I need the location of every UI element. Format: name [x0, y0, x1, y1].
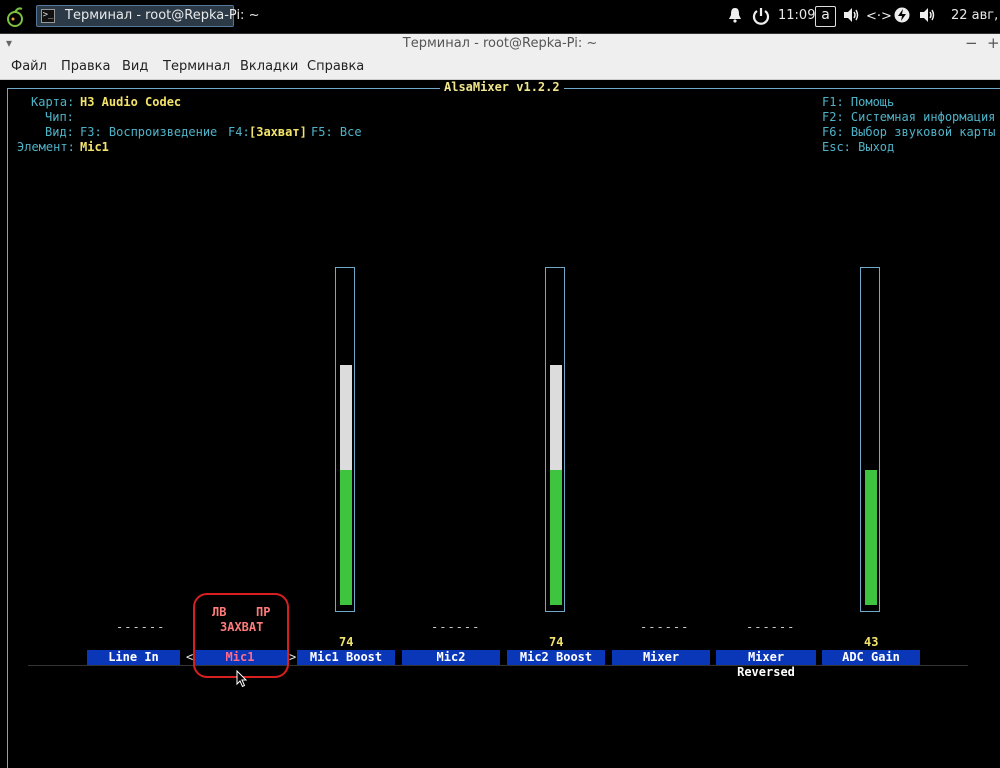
- mixer-dashes: ------: [640, 620, 690, 634]
- bell-icon[interactable]: [727, 7, 743, 27]
- menu-terminal[interactable]: Терминал: [163, 59, 230, 74]
- selector-right: >: [289, 650, 297, 664]
- control-mic1-boost[interactable]: Mic1 Boost: [297, 650, 395, 665]
- app-launcher-icon[interactable]: [4, 6, 26, 28]
- mic1-boost-bar[interactable]: [335, 267, 355, 612]
- top-panel: >_ Терминал - root@Repka-Pi: ~ 11:09 a <…: [0, 0, 1000, 34]
- card-value: H3 Audio Codec: [80, 95, 182, 109]
- mic1-boost-bar-upper: [340, 365, 352, 470]
- adc-gain-bar-fill: [865, 470, 877, 605]
- maximize-button[interactable]: +: [987, 34, 1000, 52]
- view-f4: [Захват]: [249, 125, 307, 139]
- mic2-dashes: ------: [431, 620, 481, 634]
- control-mixer[interactable]: Mixer: [612, 650, 710, 665]
- menu-edit[interactable]: Правка: [61, 59, 110, 74]
- mic1-boost-value: 74: [339, 635, 354, 649]
- power-icon[interactable]: [751, 7, 771, 27]
- view-f4-prefix: F4:: [228, 125, 250, 139]
- date[interactable]: 22 авг, 1: [951, 8, 1000, 23]
- menu-file[interactable]: Файл: [11, 59, 47, 74]
- element-value: Mic1: [80, 140, 109, 154]
- control-adc-gain[interactable]: ADC Gain: [822, 650, 920, 665]
- clock[interactable]: 11:09: [778, 8, 815, 23]
- mic2-boost-value: 74: [549, 635, 564, 649]
- card-label: Карта:: [31, 95, 75, 109]
- mic2-boost-bar-upper: [550, 365, 562, 470]
- help-f2: F2: Системная информация: [822, 110, 996, 124]
- network-icon[interactable]: <·>: [866, 7, 892, 27]
- terminal-icon: >_: [41, 9, 55, 23]
- chip-label: Чип:: [45, 110, 74, 124]
- selection-highlight: [193, 593, 289, 678]
- keyboard-layout-icon[interactable]: a: [815, 6, 836, 27]
- help-f6: F6: Выбор звуковой карты: [822, 125, 996, 139]
- element-label: Элемент:: [17, 140, 75, 154]
- window-titlebar[interactable]: ▾ Терминал - root@Repka-Pi: ~ − +: [0, 34, 1000, 55]
- taskbar-terminal-button[interactable]: >_ Терминал - root@Repka-Pi: ~: [36, 5, 259, 27]
- mic2-boost-bar[interactable]: [545, 267, 565, 612]
- mic2-boost-bar-lower: [550, 470, 562, 605]
- mouse-cursor-icon: [236, 670, 248, 688]
- volume-icon[interactable]: [842, 7, 862, 27]
- menu-tabs[interactable]: Вкладки: [240, 59, 298, 74]
- menubar: Файл Правка Вид Терминал Вкладки Справка: [0, 55, 1000, 80]
- view-f5: F5: Все: [311, 125, 362, 139]
- view-f3: F3: Воспроизведение: [80, 125, 218, 139]
- mixer-frame: [7, 88, 1000, 768]
- adc-gain-bar[interactable]: [860, 267, 880, 612]
- terminal-area[interactable]: AlsaMixer v1.2.2 Карта: H3 Audio Codec Ч…: [0, 80, 1000, 768]
- line-in-dashes: ------: [116, 620, 166, 634]
- view-label: Вид:: [45, 125, 74, 139]
- control-line-in[interactable]: Line In: [87, 650, 180, 665]
- control-mic2-boost[interactable]: Mic2 Boost: [507, 650, 605, 665]
- taskbar-terminal-label: Терминал - root@Repka-Pi: ~: [65, 8, 260, 23]
- controls-baseline: [28, 665, 968, 666]
- battery-charge-icon[interactable]: [892, 7, 912, 27]
- mic1-boost-bar-lower: [340, 470, 352, 605]
- adc-gain-value: 43: [864, 635, 879, 649]
- control-mixer-reversed[interactable]: Mixer Reversed: [716, 650, 816, 679]
- help-esc: Esc: Выход: [822, 140, 895, 154]
- menu-help[interactable]: Справка: [307, 59, 364, 74]
- control-mic2[interactable]: Mic2: [402, 650, 500, 665]
- mixer-reversed-dashes: ------: [746, 620, 796, 634]
- window-title: Терминал - root@Repka-Pi: ~: [402, 36, 598, 51]
- mixer-title: AlsaMixer v1.2.2: [440, 80, 564, 94]
- help-f1: F1: Помощь: [822, 95, 895, 109]
- volume-icon[interactable]: [918, 7, 938, 27]
- minimize-button[interactable]: −: [965, 34, 978, 52]
- menu-view[interactable]: Вид: [122, 59, 148, 74]
